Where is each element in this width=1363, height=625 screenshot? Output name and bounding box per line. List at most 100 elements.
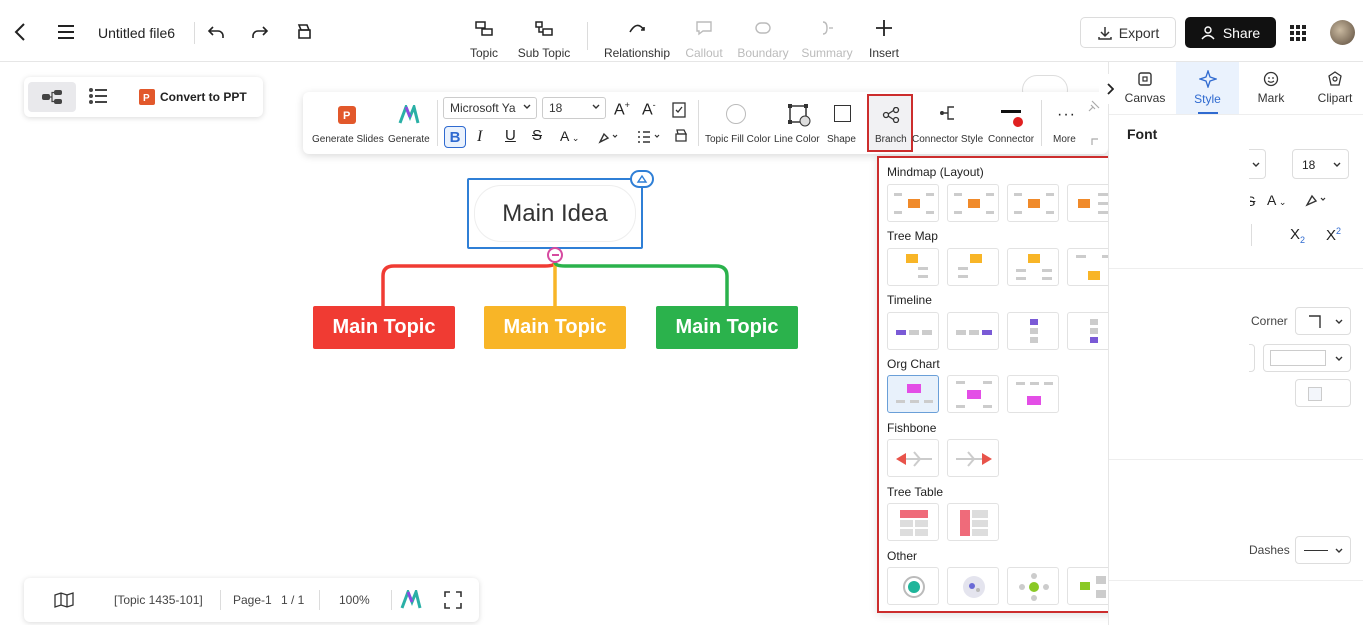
tab-mark-label: Mark bbox=[1257, 91, 1285, 105]
layout-option[interactable] bbox=[947, 503, 999, 541]
layout-option[interactable] bbox=[947, 375, 999, 413]
fill-color-icon[interactable] bbox=[726, 104, 746, 124]
line-color-label[interactable]: Line Color bbox=[774, 134, 820, 145]
branch-icon bbox=[882, 107, 900, 123]
color-swatch bbox=[1308, 387, 1322, 401]
font-heading: Font bbox=[1127, 126, 1158, 142]
branch-label: Branch bbox=[875, 134, 907, 145]
generate-slides-label[interactable]: Generate Slides bbox=[312, 134, 384, 145]
status-bar: [Topic 1435-101] Page-1 1 / 1 100% bbox=[24, 578, 479, 622]
main-topic-node[interactable]: Main Topic bbox=[484, 306, 626, 349]
fullscreen-icon[interactable] bbox=[444, 591, 462, 609]
tab-clipart[interactable]: Clipart bbox=[1305, 62, 1363, 114]
dashes-select[interactable] bbox=[1295, 536, 1351, 564]
tab-style[interactable]: Style bbox=[1176, 62, 1239, 114]
zoom-level[interactable]: 100% bbox=[339, 593, 370, 607]
layout-option[interactable] bbox=[887, 567, 939, 605]
layout-option[interactable] bbox=[1007, 312, 1059, 350]
clipart-icon bbox=[1328, 71, 1342, 86]
generate-slides-icon[interactable]: P bbox=[337, 105, 357, 125]
main-topic-node[interactable]: Main Topic bbox=[656, 306, 798, 349]
font-family-select-partial[interactable] bbox=[1249, 149, 1266, 179]
layout-option[interactable] bbox=[947, 312, 999, 350]
main-topic-node[interactable]: Main Topic bbox=[313, 306, 455, 349]
line-color-icon[interactable] bbox=[788, 104, 812, 128]
connector-label[interactable]: Connector bbox=[988, 134, 1034, 145]
section-title-tree-table: Tree Table bbox=[887, 485, 944, 499]
connector-style-label[interactable]: Connector Style bbox=[912, 134, 983, 145]
layout-option[interactable] bbox=[887, 184, 939, 222]
layout-option[interactable] bbox=[1007, 184, 1059, 222]
section-title-tree-map: Tree Map bbox=[887, 229, 938, 243]
layout-option[interactable] bbox=[947, 439, 999, 477]
layout-option[interactable] bbox=[947, 248, 999, 286]
list-icon[interactable] bbox=[636, 130, 662, 144]
italic-icon[interactable]: I bbox=[477, 128, 482, 146]
section-title-other: Other bbox=[887, 549, 918, 563]
main-idea-selection[interactable]: Main Idea bbox=[467, 178, 643, 249]
layout-option[interactable] bbox=[947, 184, 999, 222]
collapse-corner-icon[interactable] bbox=[1090, 137, 1098, 145]
shape-label[interactable]: Shape bbox=[827, 134, 856, 145]
text-color-icon[interactable]: A ⌄ bbox=[560, 128, 579, 144]
fill-select[interactable] bbox=[1295, 379, 1351, 407]
connector-icon[interactable] bbox=[1001, 110, 1021, 113]
page-name[interactable]: Page-1 bbox=[233, 593, 272, 607]
border-color-select[interactable] bbox=[1263, 344, 1351, 372]
layout-option[interactable] bbox=[1007, 567, 1059, 605]
layout-option[interactable] bbox=[1007, 248, 1059, 286]
section-title-org-chart: Org Chart bbox=[887, 357, 940, 371]
strikethrough-icon[interactable]: S bbox=[1250, 193, 1260, 207]
pin-icon[interactable] bbox=[1088, 100, 1100, 112]
font-size-select[interactable]: 18 bbox=[1292, 149, 1349, 179]
main-idea-node[interactable]: Main Idea bbox=[475, 186, 635, 241]
layout-option[interactable] bbox=[947, 567, 999, 605]
tab-mark[interactable]: Mark bbox=[1240, 62, 1302, 114]
bold-icon[interactable]: B bbox=[444, 126, 466, 148]
generate-label[interactable]: Generate bbox=[388, 134, 430, 145]
ai-assistant-icon[interactable] bbox=[400, 590, 422, 610]
topic-fill-color-label[interactable]: Topic Fill Color bbox=[705, 134, 771, 145]
layout-option[interactable] bbox=[887, 312, 939, 350]
superscript-icon[interactable]: X2 bbox=[1326, 226, 1341, 244]
collapse-toggle[interactable] bbox=[547, 247, 563, 263]
layout-option[interactable] bbox=[1007, 375, 1059, 413]
more-label[interactable]: More bbox=[1053, 134, 1076, 145]
tab-clipart-label: Clipart bbox=[1317, 91, 1353, 105]
section-title-fishbone: Fishbone bbox=[887, 421, 937, 435]
quick-style-icon[interactable] bbox=[630, 170, 654, 188]
layout-option[interactable] bbox=[887, 248, 939, 286]
layout-option-selected[interactable] bbox=[887, 375, 939, 413]
branch-button[interactable]: Branch bbox=[867, 94, 913, 152]
subscript-icon[interactable]: X2 bbox=[1290, 226, 1305, 245]
highlight-icon[interactable] bbox=[1305, 193, 1329, 207]
connector-style-icon[interactable] bbox=[938, 104, 958, 122]
align-field-edge bbox=[1249, 224, 1252, 246]
corner-label: Corner bbox=[1251, 314, 1288, 328]
layout-option[interactable] bbox=[887, 503, 939, 541]
highlight-icon[interactable] bbox=[598, 130, 620, 144]
share-button[interactable]: Share bbox=[1185, 17, 1276, 48]
ai-generate-icon[interactable] bbox=[398, 105, 420, 125]
font-size-select[interactable]: 18 bbox=[542, 97, 606, 119]
shape-icon[interactable] bbox=[834, 105, 851, 122]
font-family-select[interactable]: Microsoft Ya bbox=[443, 97, 537, 119]
tab-canvas[interactable]: Canvas bbox=[1115, 62, 1175, 114]
corner-select[interactable] bbox=[1295, 307, 1351, 335]
strikethrough-icon[interactable]: S bbox=[532, 127, 542, 144]
underline-icon[interactable]: U bbox=[505, 127, 516, 144]
export-button[interactable]: Export bbox=[1080, 17, 1176, 48]
apps-grid-icon[interactable] bbox=[1289, 24, 1307, 42]
layout-option[interactable] bbox=[887, 439, 939, 477]
format-painter-icon[interactable] bbox=[674, 128, 688, 144]
clear-format-icon[interactable] bbox=[672, 102, 686, 118]
divider bbox=[1041, 100, 1042, 146]
divider bbox=[1109, 580, 1363, 581]
connector-color-dot bbox=[1013, 117, 1023, 127]
increase-font-icon[interactable]: A+ bbox=[614, 100, 630, 119]
more-icon[interactable]: ··· bbox=[1057, 106, 1076, 124]
text-color-icon[interactable]: A ⌄ bbox=[1267, 192, 1286, 208]
map-icon[interactable] bbox=[54, 592, 74, 608]
avatar[interactable] bbox=[1330, 20, 1355, 45]
decrease-font-icon[interactable]: A- bbox=[642, 100, 656, 119]
